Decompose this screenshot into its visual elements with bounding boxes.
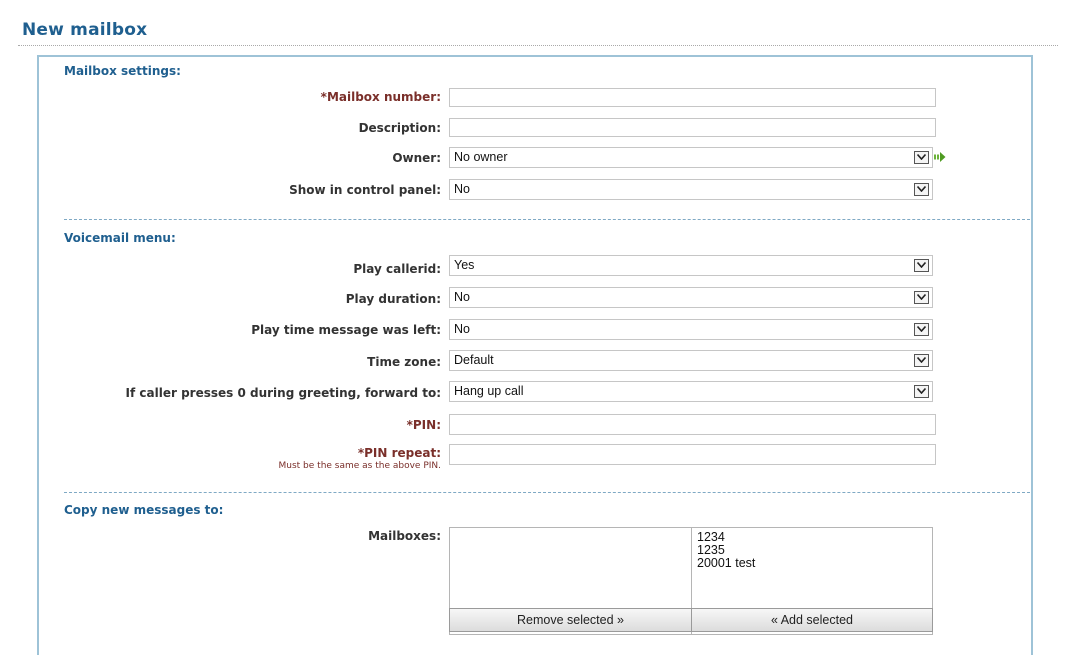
forward-value: Hang up call	[454, 384, 524, 398]
play-duration-select[interactable]: No	[449, 287, 933, 308]
section-title-copy-messages: Copy new messages to:	[64, 503, 224, 517]
forward-select[interactable]: Hang up call	[449, 381, 933, 402]
title-divider	[18, 45, 1058, 46]
pin-repeat-input[interactable]	[449, 444, 936, 465]
add-selected-button[interactable]: « Add selected	[691, 608, 933, 632]
chevron-down-icon[interactable]	[914, 385, 929, 398]
forward-label: If caller presses 0 during greeting, for…	[125, 386, 441, 400]
chevron-down-icon[interactable]	[914, 354, 929, 367]
pin-label: *PIN:	[406, 418, 441, 432]
time-zone-label: Time zone:	[367, 355, 441, 369]
green-arrow-right-icon[interactable]	[934, 151, 946, 166]
play-time-select[interactable]: No	[449, 319, 933, 340]
remove-selected-button[interactable]: Remove selected »	[449, 608, 692, 632]
show-in-control-panel-select[interactable]: No	[449, 179, 933, 200]
chevron-down-icon[interactable]	[914, 259, 929, 272]
chevron-down-icon[interactable]	[914, 151, 929, 164]
play-time-label: Play time message was left:	[251, 323, 441, 337]
description-input[interactable]	[449, 118, 936, 137]
play-callerid-label: Play callerid:	[353, 262, 441, 276]
section-divider	[64, 492, 1030, 493]
show-in-control-panel-value: No	[454, 182, 470, 196]
time-zone-value: Default	[454, 353, 494, 367]
chevron-down-icon[interactable]	[914, 291, 929, 304]
section-title-voicemail-menu: Voicemail menu:	[64, 231, 176, 245]
mailbox-number-label: *Mailbox number:	[320, 90, 441, 104]
description-label: Description:	[358, 121, 441, 135]
section-title-mailbox-settings: Mailbox settings:	[64, 64, 181, 78]
play-duration-label: Play duration:	[345, 292, 441, 306]
chevron-down-icon[interactable]	[914, 183, 929, 196]
pin-repeat-hint: Must be the same as the above PIN.	[278, 461, 442, 471]
page-title: New mailbox	[22, 20, 148, 40]
owner-select[interactable]: No owner	[449, 147, 933, 168]
mailbox-number-input[interactable]	[449, 88, 936, 107]
show-in-control-panel-label: Show in control panel:	[289, 183, 441, 197]
play-time-value: No	[454, 322, 470, 336]
chevron-down-icon[interactable]	[914, 323, 929, 336]
section-divider	[64, 219, 1030, 220]
play-callerid-select[interactable]: Yes	[449, 255, 933, 276]
play-callerid-value: Yes	[454, 258, 475, 272]
pin-input[interactable]	[449, 414, 936, 435]
owner-label: Owner:	[392, 151, 441, 165]
available-mailboxes-items: 1234 1235 20001 test	[697, 531, 755, 570]
play-duration-value: No	[454, 290, 470, 304]
mailboxes-label: Mailboxes:	[368, 529, 441, 543]
time-zone-select[interactable]: Default	[449, 350, 933, 371]
list-item[interactable]: 20001 test	[697, 557, 755, 570]
owner-select-value: No owner	[454, 150, 508, 164]
pin-repeat-label: *PIN repeat:	[357, 446, 441, 460]
